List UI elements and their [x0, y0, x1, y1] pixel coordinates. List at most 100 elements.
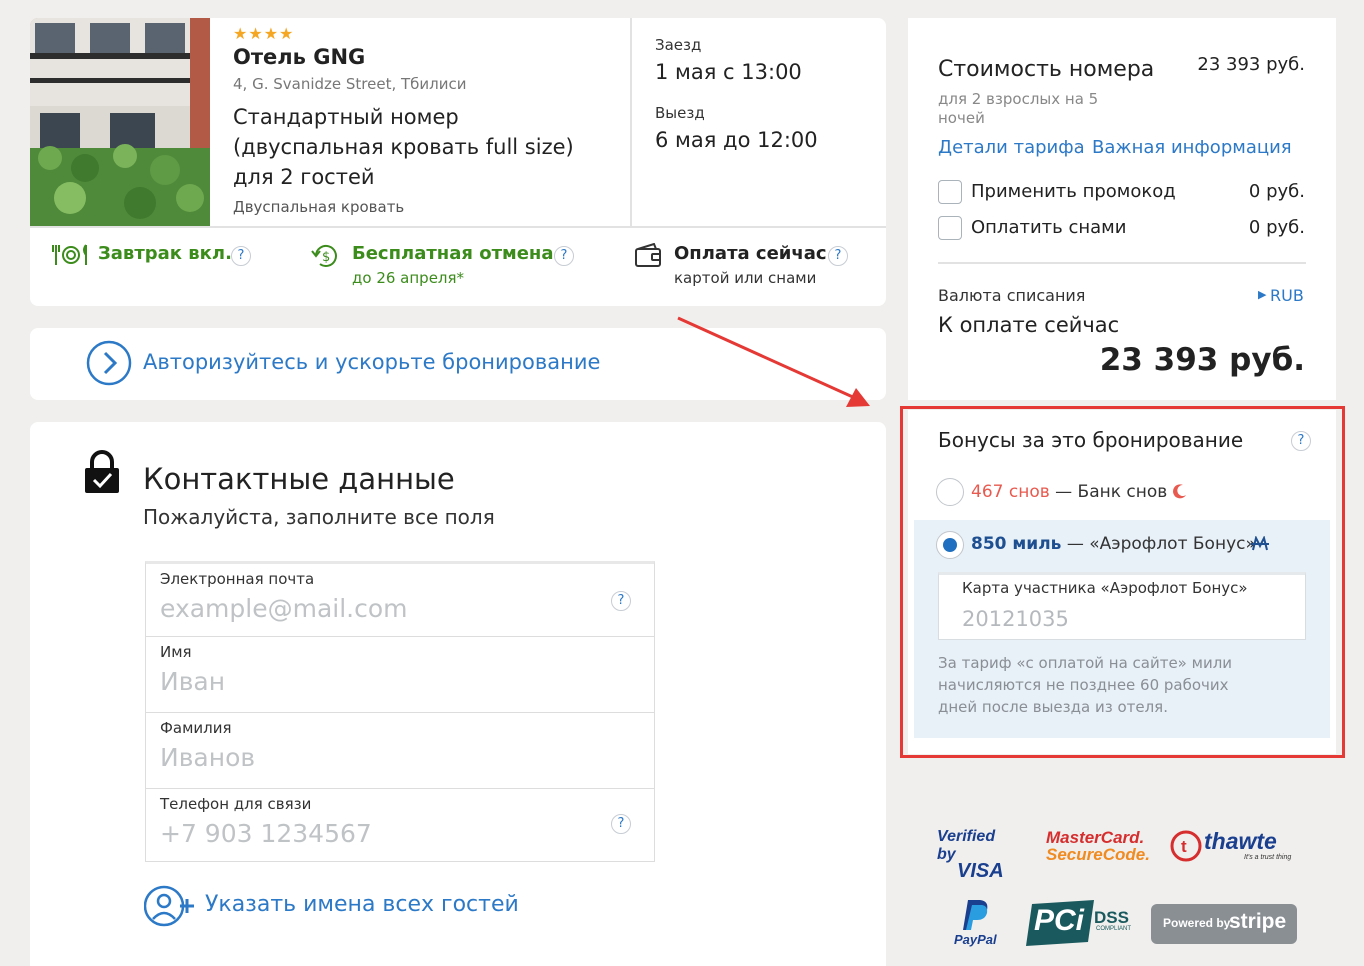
hotel-name[interactable]: Отель GNG	[233, 45, 365, 69]
miles-note: За тариф «с оплатой на сайте» мили начис…	[938, 654, 1233, 716]
hotel-stars: ★★★★	[233, 24, 295, 43]
bed-type: Двуспальная кровать	[233, 198, 405, 216]
bonuses-help-icon[interactable]: ?	[1291, 431, 1311, 451]
hotel-photo[interactable]	[30, 18, 210, 226]
free-cancel-date: до 26 апреля*	[352, 269, 465, 287]
aeroflot-card-field[interactable]: Карта участника «Аэрофлот Бонус» 2012103…	[938, 572, 1306, 640]
room-name-line2: (двуспальная кровать full size)	[233, 135, 574, 159]
dss-compliant-text: COMPLIANT	[1096, 926, 1132, 932]
pay-now-title: Оплата сейчас	[674, 243, 827, 264]
pay-us-label[interactable]: Оплатить снами	[971, 217, 1126, 238]
lock-icon	[83, 450, 121, 498]
pci-text: PCi	[1034, 904, 1085, 937]
thawte-tagline: It's a trust thing	[1244, 854, 1292, 861]
paypal-text: PayPal	[954, 932, 997, 947]
bonuses-title: Бонусы за это бронирование	[938, 428, 1244, 452]
stripe-prefix: Powered by	[1163, 916, 1231, 930]
last-name-placeholder[interactable]: Иванов	[160, 743, 255, 772]
phone-placeholder[interactable]: +7 903 1234567	[160, 819, 372, 848]
promo-checkbox[interactable]	[938, 180, 962, 204]
annotation-arrow	[677, 316, 870, 407]
features-divider	[30, 226, 886, 228]
last-name-field[interactable]: Фамилия Иванов	[145, 713, 655, 789]
thawte-logo: t thawte It's a trust thing	[1170, 828, 1310, 864]
moon-icon	[1172, 483, 1188, 503]
room-price-amount: 23 393 руб.	[1197, 54, 1305, 75]
checkout-label: Выезд	[655, 104, 705, 122]
email-help-icon[interactable]: ?	[611, 591, 631, 611]
contacts-title: Контактные данные	[143, 462, 455, 496]
pci-dss-logo: PCi DSS COMPLIANT	[1026, 900, 1136, 948]
phone-help-icon[interactable]: ?	[611, 814, 631, 834]
dates-divider	[630, 18, 632, 226]
promo-value: 0 руб.	[1248, 181, 1305, 202]
checkin-label: Заезд	[655, 36, 702, 54]
first-name-field[interactable]: Имя Иван	[145, 637, 655, 713]
last-name-label: Фамилия	[160, 719, 232, 737]
email-label: Электронная почта	[160, 570, 315, 588]
room-price-title: Стоимость номера	[938, 57, 1155, 82]
checkin-value: 1 мая с 13:00	[655, 60, 802, 84]
dreams-amount: 467 снов	[971, 482, 1050, 502]
pay-us-checkbox[interactable]	[938, 216, 962, 240]
breakfast-label: Завтрак вкл.	[98, 243, 232, 264]
verified-by-visa-logo: Verified by VISA	[937, 828, 1017, 883]
pay-now-sub: картой или снами	[674, 269, 817, 287]
radio-dot	[943, 538, 957, 552]
paypal-logo: PayPal	[952, 898, 1006, 948]
price-divider	[938, 262, 1306, 264]
email-field[interactable]: Электронная почта example@mail.com ?	[145, 561, 655, 637]
wallet-icon	[634, 242, 664, 273]
powered-by-stripe-logo: Powered by stripe	[1151, 904, 1297, 944]
bonus-option-aeroflot[interactable]: 850 миль — «Аэрофлот Бонус»	[971, 534, 1256, 554]
room-name-line3: для 2 гостей	[233, 165, 375, 189]
visa-bottom-text: VISA	[957, 860, 1004, 882]
add-guest-names-link[interactable]: Указать имена всех гостей	[205, 892, 519, 917]
tariff-details-link[interactable]: Детали тарифа	[938, 137, 1085, 158]
hotel-address: 4, G. Svanidze Street, Тбилиси	[233, 75, 467, 93]
first-name-placeholder[interactable]: Иван	[160, 667, 225, 696]
visa-top-text: Verified by	[937, 828, 996, 863]
stripe-text: stripe	[1229, 910, 1287, 933]
due-now-label: К оплате сейчас	[938, 313, 1120, 337]
bonus-radio-dreams[interactable]	[936, 478, 964, 506]
miles-amount: 850 миль	[971, 534, 1062, 554]
breakfast-icon	[52, 242, 90, 272]
promo-label[interactable]: Применить промокод	[971, 181, 1176, 202]
currency-select[interactable]: RUB	[1270, 286, 1304, 305]
due-now-amount: 23 393 руб.	[1099, 342, 1305, 378]
phone-field[interactable]: Телефон для связи +7 903 1234567 ?	[145, 789, 655, 862]
email-placeholder[interactable]: example@mail.com	[160, 594, 408, 623]
free-cancel-icon: $	[310, 241, 342, 275]
breakfast-help-icon[interactable]: ?	[231, 246, 251, 266]
aeroflot-card-value[interactable]: 20121035	[962, 607, 1069, 631]
dreams-program: — Банк снов	[1049, 482, 1168, 502]
svg-text:t: t	[1181, 837, 1187, 856]
phone-label: Телефон для связи	[160, 795, 312, 813]
important-info-link[interactable]: Важная информация	[1092, 137, 1292, 158]
miles-program: — «Аэрофлот Бонус»	[1061, 534, 1256, 554]
add-guest-icon[interactable]	[143, 884, 196, 932]
cancel-help-icon[interactable]: ?	[554, 246, 574, 266]
caret-right-icon[interactable]: ▶	[1258, 288, 1266, 301]
bonus-option-dreams[interactable]: 467 снов — Банк снов	[971, 482, 1167, 502]
pay-us-value: 0 руб.	[1248, 217, 1305, 238]
auth-link[interactable]: Авторизуйтесь и ускорьте бронирование	[143, 350, 600, 374]
svg-text:$: $	[322, 250, 330, 265]
aeroflot-card-label: Карта участника «Аэрофлот Бонус»	[962, 579, 1248, 597]
room-price-desc: для 2 взрослых на 5 ночей	[938, 90, 1099, 127]
bonus-radio-aeroflot[interactable]	[936, 531, 964, 559]
checkout-value: 6 мая до 12:00	[655, 128, 818, 152]
aeroflot-miles-icon	[1250, 535, 1270, 556]
currency-label: Валюта списания	[938, 286, 1086, 305]
contacts-subtitle: Пожалуйста, заполните все поля	[143, 505, 495, 529]
room-name-line1: Стандартный номер	[233, 105, 459, 129]
free-cancel-title: Бесплатная отмена	[352, 243, 554, 264]
chevron-right-circle-icon[interactable]	[86, 340, 132, 390]
thawte-text: thawte	[1204, 828, 1277, 854]
dss-text: DSS	[1094, 908, 1129, 927]
links-separator: ·	[1076, 137, 1082, 158]
mc-bottom-text: SecureCode.	[1046, 845, 1150, 864]
pay-help-icon[interactable]: ?	[828, 246, 848, 266]
first-name-label: Имя	[160, 643, 192, 661]
